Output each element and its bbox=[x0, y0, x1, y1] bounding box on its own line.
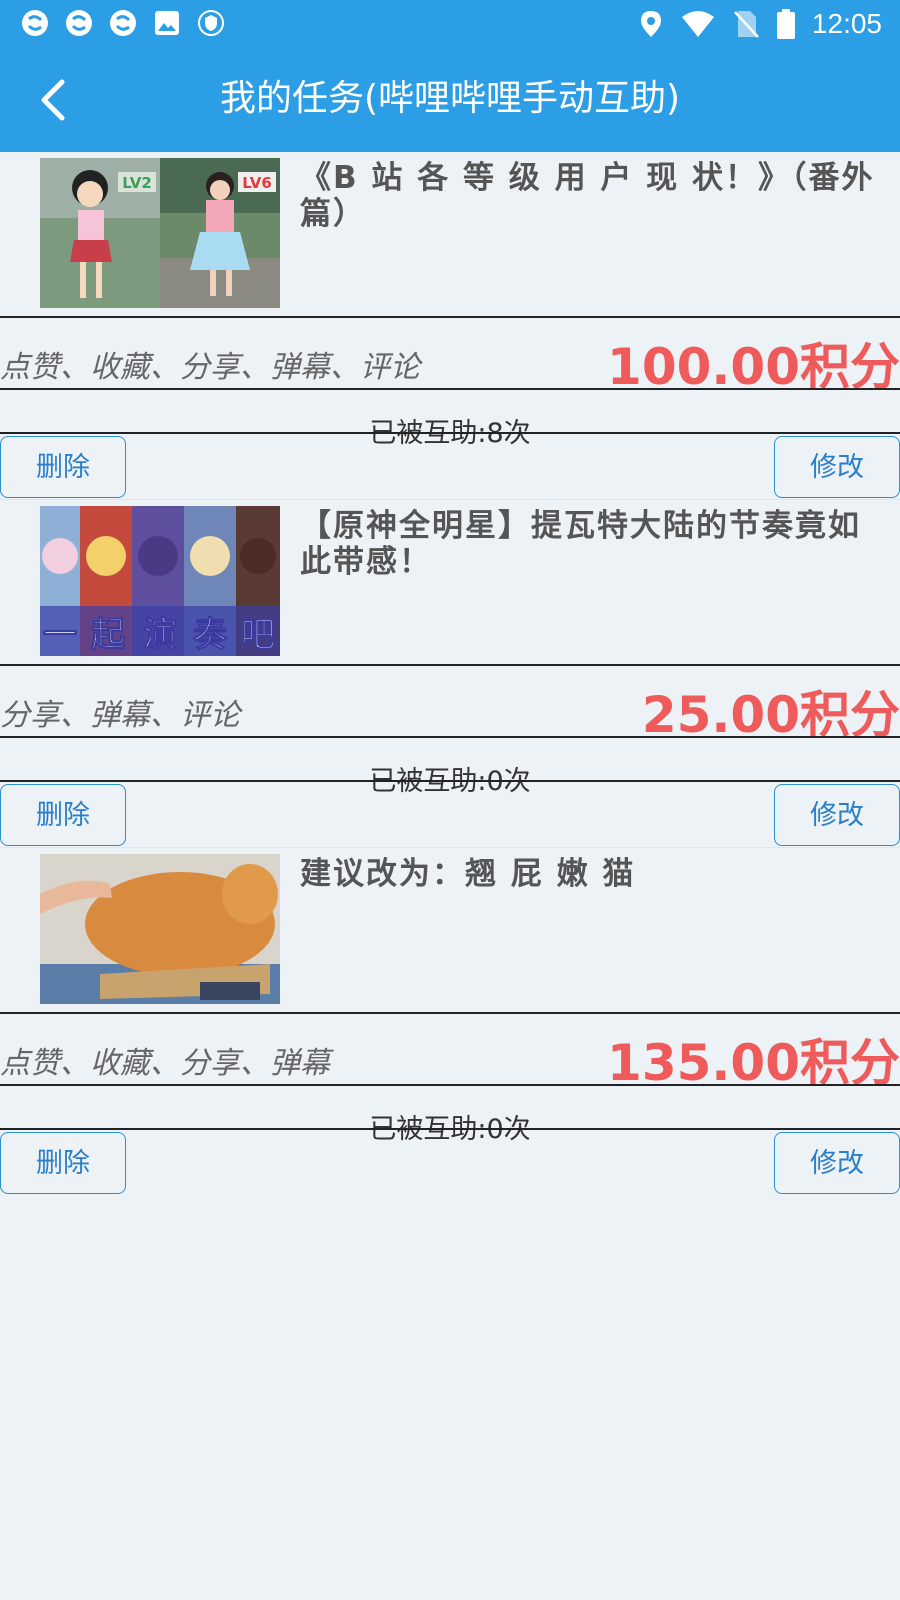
thumb-text: 奏 bbox=[192, 615, 228, 655]
delete-button[interactable]: 删除 bbox=[0, 436, 126, 498]
status-bar: 12:05 bbox=[0, 0, 900, 48]
thumb-text: LV2 bbox=[122, 174, 152, 192]
image-icon bbox=[155, 11, 179, 35]
assist-count: 已被互助:8次 bbox=[369, 418, 531, 449]
sync-icon bbox=[22, 10, 48, 36]
location-icon bbox=[640, 11, 661, 37]
task-title[interactable]: 【原神全明星】提瓦特大陆的节奏竟如此带感！ bbox=[300, 508, 880, 580]
divider bbox=[0, 1012, 900, 1014]
divider bbox=[0, 1084, 900, 1086]
task-item: 一 起 演 奏 吧 【原神全明星】提瓦特大陆的节奏竟如此带感！ 分享、弹幕、评论… bbox=[0, 500, 900, 848]
edit-button[interactable]: 修改 bbox=[774, 1132, 900, 1194]
task-thumbnail[interactable]: LV2 LV6 bbox=[40, 158, 280, 308]
sync-icon bbox=[110, 10, 136, 36]
divider bbox=[0, 432, 900, 434]
edit-button[interactable]: 修改 bbox=[774, 784, 900, 846]
thumb-text: 吧 bbox=[241, 615, 275, 655]
thumb-text: LV6 bbox=[242, 174, 272, 192]
task-actions: 点赞、收藏、分享、弹幕 bbox=[0, 1046, 330, 1081]
task-actions: 点赞、收藏、分享、弹幕、评论 bbox=[0, 350, 420, 385]
thumb-text: 起 bbox=[91, 615, 126, 655]
clock: 12:05 bbox=[811, 8, 882, 39]
task-item: LV2 LV6 《B 站 各 等 级 用 户 现 状！》（番外篇） 点赞、收藏、… bbox=[0, 152, 900, 500]
sync-icon bbox=[66, 10, 92, 36]
task-thumbnail[interactable]: 一 起 演 奏 吧 bbox=[40, 506, 280, 656]
assist-count: 已被互助:0次 bbox=[369, 766, 531, 797]
divider bbox=[0, 388, 900, 390]
task-title[interactable]: 建议改为：翘 屁 嫩 猫 bbox=[300, 856, 880, 892]
assist-count: 已被互助:0次 bbox=[369, 1114, 531, 1145]
delete-button[interactable]: 删除 bbox=[0, 1132, 126, 1194]
no-sim-icon bbox=[734, 11, 759, 38]
task-thumbnail[interactable] bbox=[40, 854, 280, 1004]
task-actions: 分享、弹幕、评论 bbox=[0, 698, 240, 733]
divider bbox=[0, 736, 900, 738]
divider bbox=[0, 316, 900, 318]
wifi-icon bbox=[681, 11, 714, 37]
divider bbox=[0, 664, 900, 666]
shield-icon bbox=[198, 10, 224, 36]
task-item: 建议改为：翘 屁 嫩 猫 点赞、收藏、分享、弹幕 135.00积分 已被互助:0… bbox=[0, 848, 900, 1196]
task-title[interactable]: 《B 站 各 等 级 用 户 现 状！》（番外篇） bbox=[300, 160, 880, 232]
thumb-text: 演 bbox=[143, 615, 177, 655]
divider bbox=[0, 1128, 900, 1130]
edit-button[interactable]: 修改 bbox=[774, 436, 900, 498]
thumb-text: 一 bbox=[43, 615, 77, 655]
page-title: 我的任务(哔哩哔哩手动互助) bbox=[219, 78, 681, 119]
delete-button[interactable]: 删除 bbox=[0, 784, 126, 846]
app-bar: 我的任务(哔哩哔哩手动互助) bbox=[0, 48, 900, 152]
battery-icon bbox=[776, 9, 795, 39]
divider bbox=[0, 780, 900, 782]
